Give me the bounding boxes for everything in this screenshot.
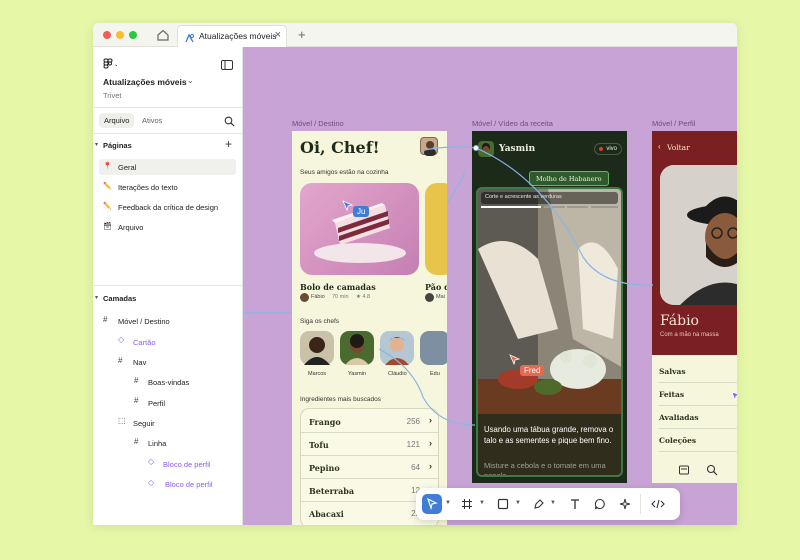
tab-title: Atualizações móveis bbox=[199, 31, 277, 41]
layers-collapse-icon[interactable]: ▾ bbox=[95, 294, 98, 301]
home-icon[interactable] bbox=[155, 27, 171, 43]
cursor-icon bbox=[427, 498, 438, 510]
app-window: Atualizações móveis × + ⌄ Atualizações m… bbox=[93, 23, 737, 525]
toolbar-divider bbox=[640, 494, 641, 514]
frame-tool-button[interactable] bbox=[457, 494, 477, 514]
text-tool-button[interactable] bbox=[565, 494, 585, 514]
pages-collapse-icon[interactable]: ▾ bbox=[95, 141, 98, 148]
page-item-iteracoes[interactable]: ✏️ Iterações do texto bbox=[99, 179, 236, 195]
maximize-window-button[interactable] bbox=[129, 31, 137, 39]
design-toolbar: ▼ ▼ ▼ ▼ bbox=[416, 488, 680, 520]
page-label: Iterações do texto bbox=[118, 183, 178, 192]
page-item-arquivo[interactable]: 🗃 Arquivo bbox=[99, 219, 236, 235]
close-window-button[interactable] bbox=[103, 31, 111, 39]
box-icon: 🗃 bbox=[103, 223, 112, 230]
minimize-window-button[interactable] bbox=[116, 31, 124, 39]
file-menu-chevron-icon[interactable]: ⌄ bbox=[187, 76, 194, 85]
ai-tool-button[interactable] bbox=[615, 494, 635, 514]
chevron-down-icon[interactable]: ▼ bbox=[515, 500, 521, 506]
figma-logo-icon[interactable]: ⌄ bbox=[103, 57, 119, 75]
frame-icon bbox=[462, 499, 472, 509]
frame-icon: # bbox=[134, 396, 139, 405]
shape-tool-button[interactable] bbox=[493, 494, 513, 514]
layers-heading: Camadas bbox=[103, 294, 137, 303]
team-name: Trivet bbox=[103, 91, 122, 100]
divider bbox=[93, 107, 242, 108]
layer-movel-destino[interactable]: Móvel / Destino bbox=[118, 317, 170, 326]
pin-icon: 📍 bbox=[103, 163, 112, 170]
pencil-icon: ✏️ bbox=[103, 183, 112, 190]
chevron-down-icon[interactable]: ▼ bbox=[445, 500, 451, 506]
add-page-icon[interactable]: + bbox=[225, 137, 232, 151]
sparkle-icon bbox=[619, 498, 631, 510]
page-label: Arquivo bbox=[118, 223, 144, 232]
file-tab-icon bbox=[184, 31, 195, 43]
tab-close-icon[interactable]: × bbox=[275, 29, 281, 41]
chevron-down-icon[interactable]: ▼ bbox=[550, 500, 556, 506]
layer-boas-vindas[interactable]: Boas-vindas bbox=[148, 378, 189, 387]
file-name[interactable]: Atualizações móveis bbox=[103, 77, 187, 87]
dashed-frame-icon: ⬚ bbox=[118, 416, 126, 425]
tab-ativos[interactable]: Ativos bbox=[142, 116, 162, 125]
page-item-feedback[interactable]: ✏️ Feedback da crítica de design bbox=[99, 199, 236, 215]
page-label: Geral bbox=[118, 163, 137, 172]
layer-bloco-de-perfil[interactable]: Bloco de perfil bbox=[165, 480, 213, 489]
file-tab[interactable]: Atualizações móveis × bbox=[177, 25, 287, 47]
sidebar: ⌄ Atualizações móveis ⌄ Trivet Arquivo A… bbox=[93, 47, 243, 525]
component-icon: ◇ bbox=[148, 478, 155, 487]
frame-icon: # bbox=[118, 356, 123, 365]
code-icon bbox=[651, 499, 665, 509]
new-tab-button[interactable]: + bbox=[298, 27, 306, 42]
frame-icon: # bbox=[103, 315, 108, 324]
design-canvas[interactable]: Móvel / Destino Móvel / Vídeo da receita… bbox=[243, 47, 737, 525]
sidebar-toggle-icon[interactable] bbox=[221, 57, 233, 75]
tab-arquivo[interactable]: Arquivo bbox=[99, 113, 135, 128]
frame-icon: # bbox=[134, 437, 139, 446]
pen-icon bbox=[534, 499, 544, 509]
comment-icon bbox=[594, 498, 605, 510]
search-icon[interactable] bbox=[224, 114, 235, 132]
pages-heading: Páginas bbox=[103, 141, 132, 150]
layer-perfil[interactable]: Perfil bbox=[148, 399, 165, 408]
page-label: Feedback da crítica de design bbox=[118, 203, 219, 212]
dev-mode-button[interactable] bbox=[648, 494, 668, 514]
component-icon: ◇ bbox=[118, 335, 125, 344]
prototype-connectors bbox=[243, 145, 654, 426]
page-item-geral[interactable]: 📍 Geral bbox=[99, 159, 236, 175]
layer-bloco-de-perfil[interactable]: Bloco de perfil bbox=[163, 460, 211, 469]
rectangle-icon bbox=[497, 498, 509, 510]
layer-cartao[interactable]: Cartão bbox=[133, 338, 156, 347]
layer-nav[interactable]: Nav bbox=[133, 358, 146, 367]
layer-linha[interactable]: Linha bbox=[148, 439, 166, 448]
title-bar: Atualizações móveis × + bbox=[93, 23, 737, 47]
component-icon: ◇ bbox=[148, 457, 155, 466]
pen-tool-button[interactable] bbox=[529, 494, 549, 514]
layer-seguir[interactable]: Seguir bbox=[133, 419, 155, 428]
svg-text:⌄: ⌄ bbox=[114, 62, 117, 68]
comment-tool-button[interactable] bbox=[590, 494, 610, 514]
divider bbox=[93, 285, 242, 286]
move-tool-button[interactable] bbox=[422, 494, 442, 514]
chevron-down-icon[interactable]: ▼ bbox=[479, 500, 485, 506]
divider bbox=[93, 133, 242, 134]
frame-icon: # bbox=[134, 376, 139, 385]
pencil-icon: ✏️ bbox=[103, 203, 112, 210]
text-icon bbox=[571, 499, 579, 509]
